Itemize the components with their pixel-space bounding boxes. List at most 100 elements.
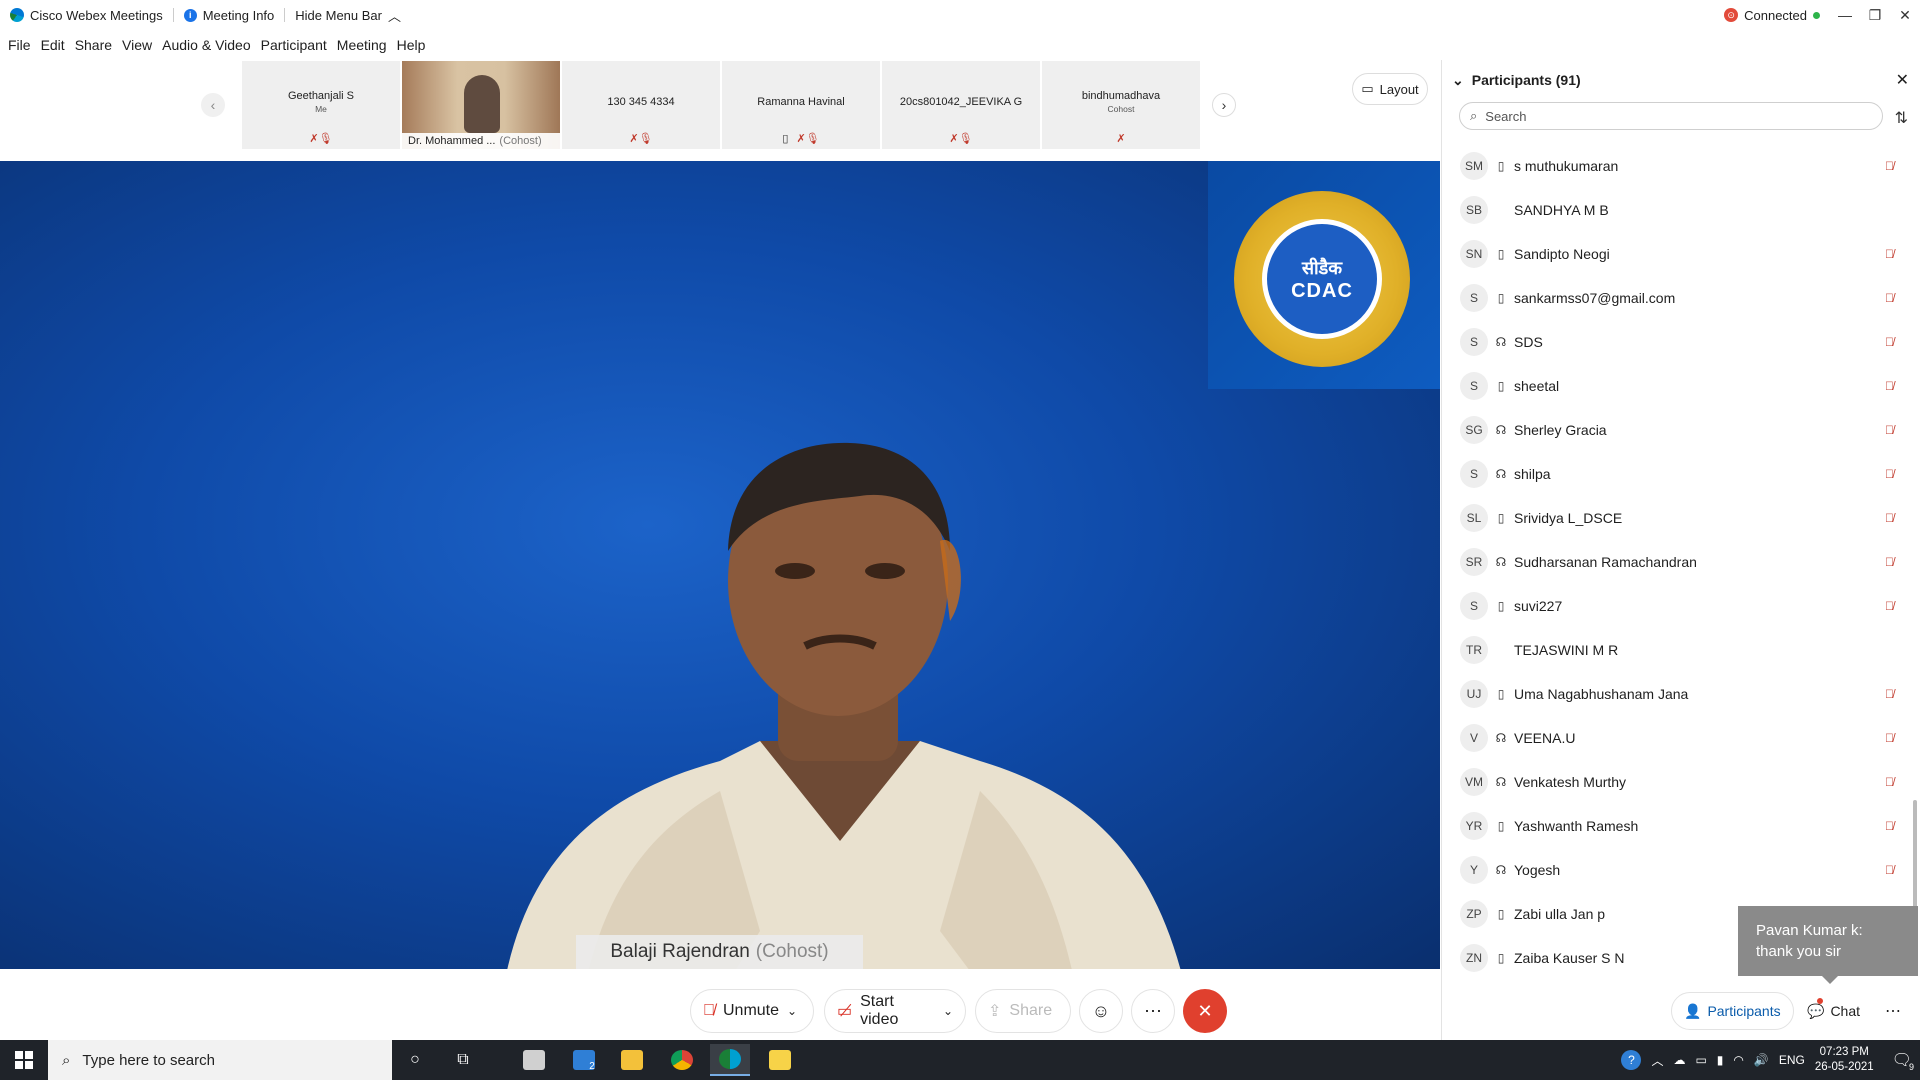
participant-row[interactable]: VM ☊ Venkatesh Murthy 🎙̸: [1442, 760, 1920, 804]
menu-edit[interactable]: Edit: [39, 37, 73, 53]
thumbnail-jeevika[interactable]: 20cs801042_JEEVIKA G ✗🎙: [882, 61, 1040, 149]
help-icon[interactable]: ?: [1621, 1050, 1642, 1070]
participant-row[interactable]: UJ ▯ Uma Nagabhushanam Jana 🎙̸: [1442, 672, 1920, 716]
connection-status[interactable]: ⊙ Connected: [1724, 0, 1820, 30]
speaker-video: [507, 442, 1181, 969]
participant-name: sheetal: [1514, 378, 1560, 394]
clock[interactable]: 07:23 PM 26-05-2021: [1815, 1045, 1874, 1075]
muted-mic-icon[interactable]: 🎙̸: [1885, 423, 1894, 437]
muted-mic-icon[interactable]: 🎙̸: [1885, 467, 1894, 481]
tab-chat-label: Chat: [1830, 1003, 1861, 1019]
participant-row[interactable]: S ▯ sankarmss07@gmail.com 🎙̸: [1442, 276, 1920, 320]
participant-row[interactable]: Y ☊ Yogesh 🎙̸: [1442, 848, 1920, 892]
notifications-icon[interactable]: 🗨 9: [1892, 1050, 1916, 1072]
menu-help[interactable]: Help: [395, 37, 434, 53]
thumbnail-dr-mohammed[interactable]: Dr. Mohammed ... (Cohost): [402, 61, 560, 149]
muted-mic-icon[interactable]: 🎙̸: [1885, 511, 1894, 525]
participant-row[interactable]: S ▯ sheetal 🎙̸: [1442, 364, 1920, 408]
participant-row[interactable]: TR TEJASWINI M R: [1442, 628, 1920, 672]
participant-row[interactable]: V ☊ VEENA.U 🎙̸: [1442, 716, 1920, 760]
muted-mic-icon[interactable]: 🎙̸: [1885, 335, 1894, 349]
thumbnail-ramanna[interactable]: Ramanna Havinal ▯ ✗🎙: [722, 61, 880, 149]
participant-row[interactable]: YR ▯ Yashwanth Ramesh 🎙̸: [1442, 804, 1920, 848]
chat-notification-toast[interactable]: Pavan Kumar k: thank you sir: [1738, 906, 1918, 984]
meeting-info-button[interactable]: i Meeting Info: [174, 0, 285, 30]
battery-icon[interactable]: ▮: [1717, 1053, 1724, 1067]
participant-name: SANDHYA M B: [1514, 202, 1609, 218]
minimize-icon[interactable]: —: [1830, 0, 1860, 30]
unmute-button[interactable]: 🎙̸ Unmute ⌄: [690, 989, 814, 1033]
muted-mic-icon[interactable]: 🎙̸: [1885, 379, 1894, 393]
participant-row[interactable]: SN ▯ Sandipto Neogi 🎙̸: [1442, 232, 1920, 276]
participant-row[interactable]: S ▯ suvi227 🎙̸: [1442, 584, 1920, 628]
restore-icon[interactable]: ❐: [1860, 0, 1890, 30]
muted-mic-icon: ✗🎙: [629, 133, 653, 145]
next-page-icon[interactable]: ›: [1212, 93, 1236, 117]
leave-meeting-button[interactable]: ✕: [1183, 989, 1227, 1033]
participant-row[interactable]: SM ▯ s muthukumaran 🎙̸: [1442, 144, 1920, 188]
hide-menu-bar-button[interactable]: Hide Menu Bar ︿: [285, 0, 411, 30]
menu-participant[interactable]: Participant: [259, 37, 335, 53]
reactions-button[interactable]: ☺: [1079, 989, 1123, 1033]
clock-time: 07:23 PM: [1819, 1046, 1869, 1058]
chevron-down-icon[interactable]: ⌄: [943, 1004, 953, 1018]
more-icon: ⋯: [1144, 1000, 1162, 1021]
avatar: SB: [1460, 196, 1488, 224]
share-button[interactable]: ⇪ Share: [975, 989, 1071, 1033]
store-icon[interactable]: [514, 1044, 554, 1076]
thumbnail-geethanjali[interactable]: Geethanjali S Me ✗🎙: [242, 61, 400, 149]
language-indicator[interactable]: ENG: [1779, 1053, 1805, 1067]
menu-share[interactable]: Share: [73, 37, 120, 53]
chevron-down-icon[interactable]: ⌄: [1452, 72, 1464, 89]
wifi-icon[interactable]: ◠: [1733, 1053, 1743, 1067]
muted-mic-icon[interactable]: 🎙̸: [1885, 599, 1894, 613]
tab-chat[interactable]: 💬 Chat: [1795, 992, 1872, 1030]
chrome-icon[interactable]: [662, 1044, 702, 1076]
taskbar-search-input[interactable]: ⌕ Type here to search: [48, 1040, 392, 1080]
muted-mic-icon[interactable]: 🎙̸: [1885, 291, 1894, 305]
participant-row[interactable]: S ☊ shilpa 🎙̸: [1442, 452, 1920, 496]
menu-audio-video[interactable]: Audio & Video: [160, 37, 258, 53]
start-button[interactable]: [0, 1040, 48, 1080]
panel-more-button[interactable]: ⋯: [1873, 992, 1913, 1030]
participant-search-input[interactable]: ⌕ Search: [1459, 102, 1883, 130]
onedrive-icon[interactable]: ☁: [1673, 1053, 1685, 1067]
menu-view[interactable]: View: [120, 37, 160, 53]
muted-mic-icon[interactable]: 🎙̸: [1885, 555, 1894, 569]
thumbnail-role: Me: [315, 104, 327, 114]
chevron-down-icon[interactable]: ⌄: [787, 1004, 797, 1018]
close-icon[interactable]: ✕: [1890, 0, 1920, 30]
muted-mic-icon[interactable]: 🎙̸: [1885, 775, 1894, 789]
muted-mic-icon[interactable]: 🎙̸: [1885, 819, 1894, 833]
sort-icon[interactable]: ⇅: [1895, 108, 1908, 128]
more-options-button[interactable]: ⋯: [1131, 989, 1175, 1033]
menu-meeting[interactable]: Meeting: [335, 37, 395, 53]
participant-row[interactable]: SR ☊ Sudharsanan Ramachandran 🎙̸: [1442, 540, 1920, 584]
volume-icon[interactable]: 🔊: [1754, 1053, 1769, 1067]
participant-row[interactable]: SG ☊ Sherley Gracia 🎙̸: [1442, 408, 1920, 452]
chevron-up-icon[interactable]: ︿: [1651, 1052, 1663, 1069]
prev-page-icon[interactable]: ‹: [201, 93, 225, 117]
app-taskbar-icon[interactable]: [760, 1044, 800, 1076]
participant-row[interactable]: SL ▯ Srividya L_DSCE 🎙̸: [1442, 496, 1920, 540]
muted-mic-icon[interactable]: 🎙̸: [1885, 247, 1894, 261]
layout-button[interactable]: ▭ Layout: [1352, 73, 1428, 105]
muted-mic-icon[interactable]: 🎙̸: [1885, 159, 1894, 173]
cortana-icon[interactable]: ○: [395, 1044, 435, 1076]
participant-row[interactable]: S ☊ SDS 🎙̸: [1442, 320, 1920, 364]
tab-participants[interactable]: 👤 Participants: [1671, 992, 1794, 1030]
start-video-button[interactable]: ▭̸ Start video ⌄: [824, 989, 966, 1033]
file-explorer-icon[interactable]: [612, 1044, 652, 1076]
muted-mic-icon[interactable]: 🎙̸: [1885, 863, 1894, 877]
thumbnail-bindhumadhava[interactable]: bindhumadhava Cohost ✗: [1042, 61, 1200, 149]
participant-row[interactable]: SB SANDHYA M B: [1442, 188, 1920, 232]
close-icon[interactable]: ✕: [1896, 70, 1909, 90]
task-view-icon[interactable]: ⧉: [443, 1044, 483, 1076]
thumbnail-phone-caller[interactable]: 130 345 4334 ✗🎙: [562, 61, 720, 149]
menu-file[interactable]: File: [6, 37, 39, 53]
webex-taskbar-icon[interactable]: [710, 1044, 750, 1076]
mail-icon[interactable]: 2: [564, 1044, 604, 1076]
muted-mic-icon[interactable]: 🎙̸: [1885, 731, 1894, 745]
muted-mic-icon[interactable]: 🎙̸: [1885, 687, 1894, 701]
display-icon[interactable]: ▭: [1695, 1053, 1706, 1067]
